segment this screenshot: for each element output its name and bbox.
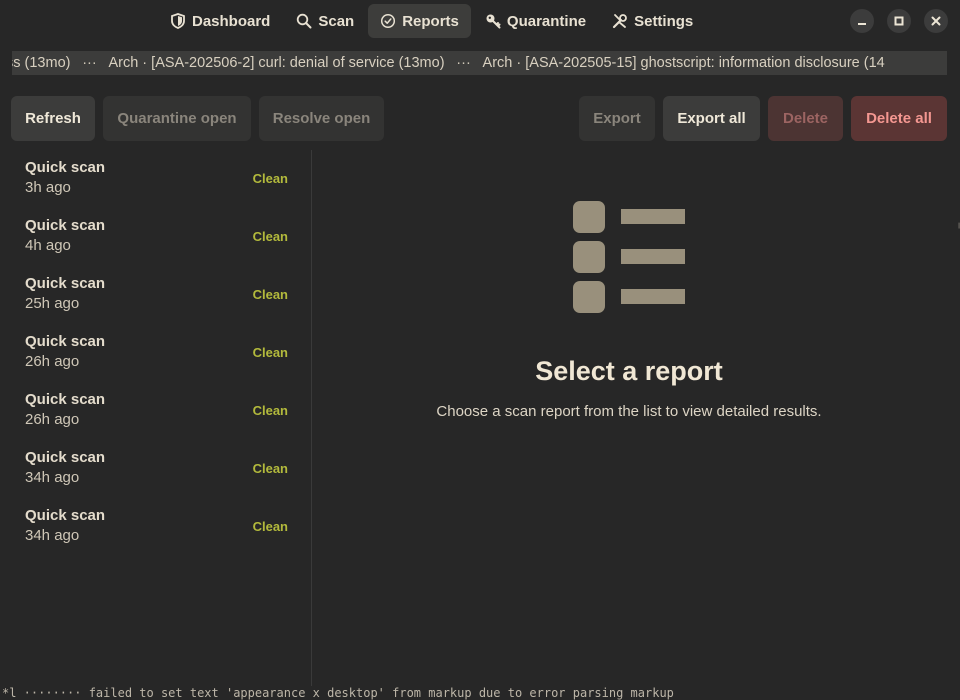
status-badge: Clean [252,461,288,476]
report-title: Quick scan [25,275,106,292]
report-title: Quick scan [25,217,106,234]
tab-scan[interactable]: Scan [284,4,366,38]
status-badge: Clean [252,171,288,186]
advisory-ticker[interactable]: ss (13mo) ··· Arch · [ASA-202506-2] curl: … [12,51,947,75]
tools-icon [612,13,628,29]
resolve-open-button[interactable]: Resolve open [259,96,384,141]
list-item[interactable]: Quick scan 3h ago Clean [0,150,311,208]
report-time: 25h ago [25,295,80,312]
terminal-status-line: *l ········ failed to set text 'appearan… [2,686,674,700]
edge-marker: ╵ [956,224,960,235]
list-item[interactable]: Quick scan 34h ago Clean [0,440,311,498]
tab-scan-label: Scan [318,12,355,30]
status-badge: Clean [252,345,288,360]
tab-settings[interactable]: Settings [600,4,705,38]
list-item[interactable]: Quick scan 25h ago Clean [0,266,311,324]
delete-all-button[interactable]: Delete all [851,96,947,141]
app-window: Dashboard Scan Reports Quarantine Settin… [0,0,960,700]
empty-state-title: Select a report [535,356,723,386]
report-time: 34h ago [25,527,80,544]
list-icon [573,201,687,313]
empty-state-description: Choose a scan report from the list to vi… [436,403,822,420]
report-title: Quick scan [25,391,106,408]
status-badge: Clean [252,519,288,534]
delete-button[interactable]: Delete [768,96,843,141]
search-icon [296,13,312,29]
report-time: 4h ago [25,237,71,254]
status-badge: Clean [252,403,288,418]
key-icon [485,13,501,29]
minimize-icon [858,23,866,25]
maximize-button[interactable] [887,9,911,33]
status-badge: Clean [252,287,288,302]
tab-quarantine-label: Quarantine [506,12,587,30]
report-title: Quick scan [25,507,106,524]
status-badge: Clean [252,229,288,244]
list-item[interactable]: Quick scan 4h ago Clean [0,208,311,266]
list-item[interactable]: Quick scan 26h ago Clean [0,382,311,440]
maximize-icon [894,16,904,26]
shield-icon [170,13,186,29]
tab-dashboard[interactable]: Dashboard [158,4,282,38]
ticker-track: ss (13mo) ··· Arch · [ASA-202506-2] curl: … [12,51,885,75]
minimize-button[interactable] [850,9,874,33]
ticker-separator: ··· [456,55,471,71]
report-list: Quick scan 3h ago Clean Quick scan 4h ag… [0,150,311,556]
tab-reports-label: Reports [402,12,459,30]
export-button[interactable]: Export [579,96,655,141]
header-bar: Dashboard Scan Reports Quarantine Settin… [0,0,960,42]
tab-reports[interactable]: Reports [368,4,471,38]
refresh-button[interactable]: Refresh [11,96,95,141]
close-button[interactable] [924,9,948,33]
tab-dashboard-label: Dashboard [192,12,271,30]
close-icon [931,16,941,26]
report-time: 26h ago [25,411,80,428]
clock-badge-icon [380,13,396,29]
tab-settings-label: Settings [634,12,694,30]
ticker-item[interactable]: ss (13mo) [12,55,70,71]
report-title: Quick scan [25,159,106,176]
report-time: 26h ago [25,353,80,370]
ticker-item[interactable]: Arch · [ASA-202506-2] curl: denial of se… [108,55,444,71]
list-item[interactable]: Quick scan 26h ago Clean [0,324,311,382]
report-time: 3h ago [25,179,71,196]
export-all-button[interactable]: Export all [663,96,760,141]
quarantine-open-button[interactable]: Quarantine open [103,96,251,141]
ticker-item[interactable]: Arch · [ASA-202505-15] ghostscript: info… [483,55,885,71]
report-title: Quick scan [25,333,106,350]
ticker-separator: ··· [82,55,97,71]
report-time: 34h ago [25,469,80,486]
report-title: Quick scan [25,449,106,466]
list-item[interactable]: Quick scan 34h ago Clean [0,498,311,556]
tab-quarantine[interactable]: Quarantine [473,4,598,38]
main-nav: Dashboard Scan Reports Quarantine Settin… [158,4,707,38]
